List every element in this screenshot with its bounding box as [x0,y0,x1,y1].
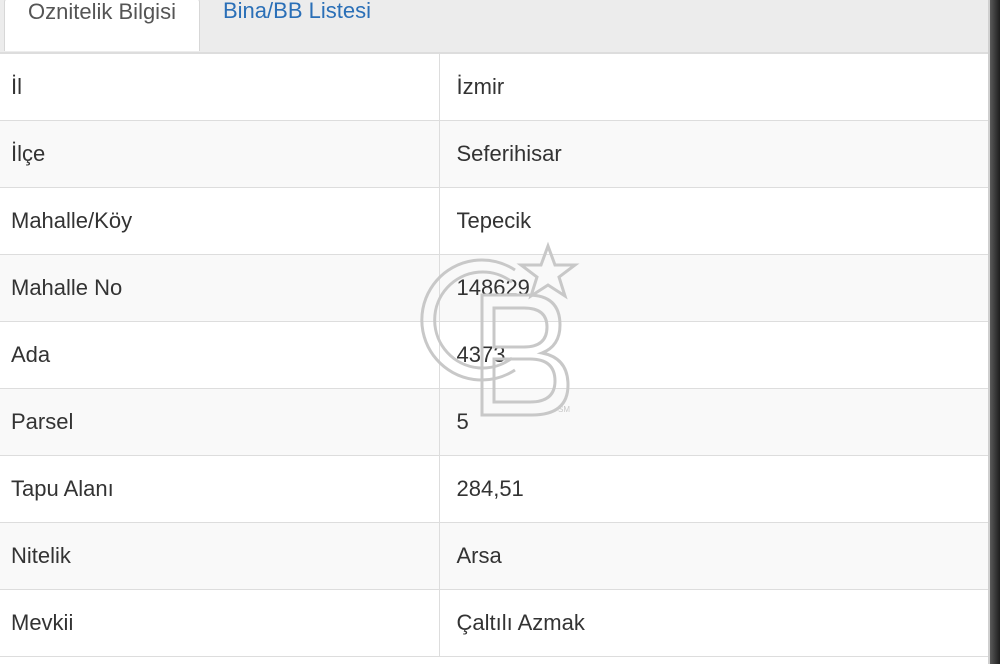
tab-label: Oznitelik Bilgisi [28,0,176,24]
row-label: Ada [0,321,440,389]
row-value: 284,51 [439,455,990,523]
tab-oznitelik-bilgisi[interactable]: Oznitelik Bilgisi [4,0,200,51]
row-label: Mahalle/Köy [0,187,440,255]
row-label: İl [0,53,440,121]
row-value: 148629 [439,254,990,322]
row-label: Mevkii [0,589,440,657]
table-row: Mahalle No 148629 [0,254,990,322]
tab-bina-bb-listesi[interactable]: Bina/BB Listesi [223,0,443,51]
row-value: Arsa [439,522,990,590]
row-label: Mahalle No [0,254,440,322]
tab-bar: Oznitelik Bilgisi Bina/BB Listesi [0,0,990,53]
row-label: İlçe [0,120,440,188]
row-value: Çaltılı Azmak [439,589,990,657]
table-row: Ada 4373 [0,321,990,389]
row-value: 5 [439,388,990,456]
row-value: Tepecik [439,187,990,255]
row-value: Seferihisar [439,120,990,188]
row-label: Tapu Alanı [0,455,440,523]
attribute-table: İl İzmir İlçe Seferihisar Mahalle/Köy Te… [0,53,990,657]
table-row: İl İzmir [0,53,990,121]
row-value: İzmir [439,53,990,121]
table-row: Mevkii Çaltılı Azmak [0,589,990,657]
tab-label: Bina/BB Listesi [223,0,371,23]
row-label: Nitelik [0,522,440,590]
table-row: İlçe Seferihisar [0,120,990,188]
table-row: Tapu Alanı 284,51 [0,455,990,523]
row-label: Parsel [0,388,440,456]
background-edge [990,0,1000,664]
table-row: Parsel 5 [0,388,990,456]
table-row: Nitelik Arsa [0,522,990,590]
row-value: 4373 [439,321,990,389]
table-row: Mahalle/Köy Tepecik [0,187,990,255]
